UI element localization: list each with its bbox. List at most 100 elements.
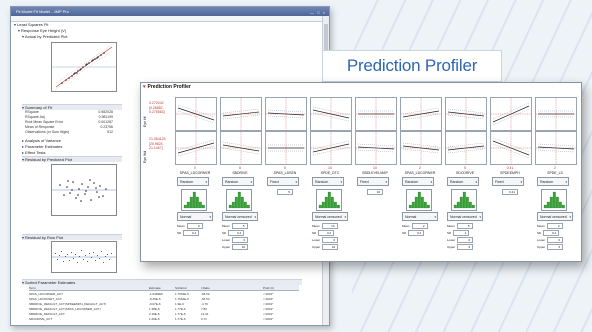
distribution-param-field[interactable]: Lower 0 (312, 237, 339, 243)
distribution-histogram[interactable] (181, 189, 207, 211)
factor-current-value[interactable]: 5 (263, 166, 307, 170)
outline-response[interactable]: ▾Response Eye Height (V) (18, 28, 66, 33)
outline-residual-by-predicted[interactable]: ▾Residual by Predicted Plot (22, 156, 122, 162)
distribution-param-field[interactable]: Mean 0 (177, 223, 203, 229)
distribution-param-field[interactable]: Mean 10 (312, 223, 338, 229)
profile-trace-top[interactable] (175, 97, 217, 131)
dropdown-value: Random (315, 180, 329, 184)
factor-type-dropdown[interactable]: Random ▾ (447, 177, 479, 186)
fixed-value-field[interactable]: 5 (277, 189, 293, 195)
profile-trace-bottom[interactable] (445, 131, 487, 165)
profile-trace-bottom[interactable] (175, 131, 217, 165)
disclosure-triangle-icon[interactable]: ▾ (14, 22, 16, 27)
factor-type-dropdown[interactable]: Fixed ▾ (357, 177, 389, 186)
factor-type-dropdown[interactable]: Random ▾ (537, 177, 569, 186)
outline-effect-tests[interactable]: ▸Effect Tests (22, 150, 46, 155)
table-row[interactable]: SDCDRIVE_ACT 1.26E-6 1.77E-6 0.71 <.0001* (29, 316, 299, 321)
red-triangle-menu-icon[interactable]: ▾ (143, 84, 146, 90)
factor-name-label: SPAS_LDCORNER (179, 171, 211, 175)
profile-trace-top[interactable] (490, 97, 532, 131)
param-label: SD (222, 231, 227, 235)
window-titlebar[interactable]: Fit Model Fit Model - JMP Pro — □ × (11, 7, 329, 16)
distribution-type-dropdown[interactable]: Normal censored ▾ (222, 212, 258, 221)
outline-residual-by-row[interactable]: ▾Residual by Row Plot (22, 234, 122, 240)
outline-analysis-of-variance[interactable]: ▸Analysis of Variance (22, 138, 61, 143)
distribution-param-field[interactable]: SD 0.4 (537, 230, 560, 236)
factor-current-value[interactable]: 10 (308, 166, 352, 170)
factor-type-dropdown[interactable]: Fixed ▾ (267, 177, 299, 186)
distribution-param-field[interactable]: SD 0.4 (402, 230, 425, 236)
disclosure-triangle-icon[interactable]: ▸ (22, 138, 24, 143)
param-label: Upper (312, 245, 321, 249)
factor-type-dropdown[interactable]: Random ▾ (402, 177, 434, 186)
profile-trace-top[interactable] (355, 97, 397, 131)
disclosure-triangle-icon[interactable]: ▸ (22, 144, 24, 149)
factor-current-value[interactable]: 5 (218, 166, 262, 170)
profile-trace-bottom[interactable] (220, 131, 262, 165)
profile-trace-bottom[interactable] (535, 131, 577, 165)
distribution-type-dropdown[interactable]: Normal censored ▾ (312, 212, 348, 221)
distribution-type-dropdown[interactable]: Normal ▾ (177, 212, 213, 221)
prediction-profiler-window: ▾ Prediction Profiler Eye Ht 0.272042 [0.2… (140, 82, 582, 262)
factor-current-value[interactable]: 5 (443, 166, 487, 170)
disclosure-triangle-icon[interactable]: ▾ (22, 280, 24, 285)
profile-trace-bottom[interactable] (400, 131, 442, 165)
outline-least-squares-fit[interactable]: ▾Least Squares Fit (14, 22, 48, 27)
factor-type-dropdown[interactable]: Random ▾ (177, 177, 209, 186)
profile-trace-bottom[interactable] (310, 131, 352, 165)
distribution-param-field[interactable]: Mean 2 (402, 223, 428, 229)
disclosure-triangle-icon[interactable]: ▸ (22, 150, 24, 155)
distribution-histogram[interactable] (541, 189, 567, 211)
distribution-param-field[interactable]: Upper 16 (312, 244, 339, 250)
factor-type-dropdown[interactable]: Fixed ▾ (492, 177, 524, 186)
distribution-param-field[interactable]: SD 0.4 (222, 230, 245, 236)
distribution-param-field[interactable]: Upper 9 (447, 244, 474, 250)
disclosure-triangle-icon[interactable]: ▾ (22, 105, 24, 110)
disclosure-triangle-icon[interactable]: ▾ (22, 34, 24, 39)
distribution-param-field[interactable]: Upper 10 (222, 244, 249, 250)
distribution-param-field[interactable]: SD 1 (447, 230, 470, 236)
disclosure-triangle-icon[interactable]: ▾ (22, 235, 24, 240)
distribution-param-field[interactable]: Mean 5 (222, 223, 248, 229)
outline-parameter-estimates[interactable]: ▸Parameter Estimates (22, 144, 62, 149)
distribution-histogram[interactable] (451, 189, 477, 211)
profile-trace-top[interactable] (310, 97, 352, 131)
distribution-param-field[interactable]: SD 3.2 (312, 230, 335, 236)
distribution-param-field[interactable]: Lower 0 (537, 237, 564, 243)
distribution-param-field[interactable]: Mean 5 (447, 223, 473, 229)
distribution-histogram[interactable] (316, 189, 342, 211)
factor-current-value[interactable]: 2 (398, 166, 442, 170)
profiler-outline-header[interactable]: ▾ Prediction Profiler (143, 84, 191, 90)
distribution-param-field[interactable]: Lower 0 (447, 237, 474, 243)
factor-current-value[interactable]: 0 (173, 166, 217, 170)
profile-trace-top[interactable] (535, 97, 577, 131)
disclosure-triangle-icon[interactable]: ▾ (22, 157, 24, 162)
distribution-param-field[interactable]: Upper 5 (537, 244, 564, 250)
outline-actual-by-predicted[interactable]: ▾Actual by Predicted Plot (22, 34, 67, 39)
profile-trace-bottom[interactable] (265, 131, 307, 165)
profile-trace-top[interactable] (445, 97, 487, 131)
disclosure-triangle-icon[interactable]: ▾ (18, 28, 20, 33)
profile-trace-bottom[interactable] (355, 131, 397, 165)
distribution-histogram[interactable] (226, 189, 252, 211)
distribution-param-field[interactable]: Lower 0 (222, 237, 249, 243)
distribution-param-field[interactable]: SD 0.4 (177, 230, 200, 236)
profile-trace-bottom[interactable] (490, 131, 532, 165)
param-value: 10 (232, 244, 249, 250)
factor-type-dropdown[interactable]: Random ▾ (312, 177, 344, 186)
fixed-value-field[interactable]: 10 (367, 189, 383, 195)
residual-by-row-graphic (52, 250, 116, 263)
factor-current-value[interactable]: 2 (533, 166, 577, 170)
distribution-histogram[interactable] (406, 189, 432, 211)
profile-trace-top[interactable] (265, 97, 307, 131)
factor-current-value[interactable]: 10 (353, 166, 397, 170)
distribution-type-dropdown[interactable]: Normal ▾ (402, 212, 438, 221)
factor-current-value[interactable]: 0.41 (488, 166, 532, 170)
distribution-type-dropdown[interactable]: Normal censored ▾ (447, 212, 483, 221)
factor-type-dropdown[interactable]: Random ▾ (222, 177, 254, 186)
distribution-type-dropdown[interactable]: Normal censored ▾ (537, 212, 573, 221)
fixed-value-field[interactable]: 0.41 (502, 189, 518, 195)
distribution-param-field[interactable]: Mean 2 (537, 223, 563, 229)
profile-trace-top[interactable] (220, 97, 262, 131)
profile-trace-top[interactable] (400, 97, 442, 131)
